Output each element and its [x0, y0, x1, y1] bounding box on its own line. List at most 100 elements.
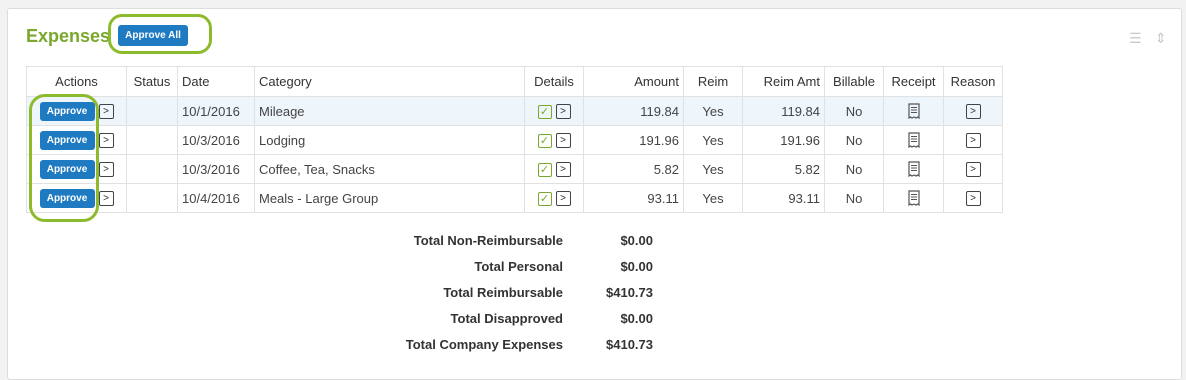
col-header-date: Date: [177, 66, 255, 97]
category-cell: Coffee, Tea, Snacks: [254, 154, 525, 184]
amount-cell: 119.84: [583, 96, 684, 126]
total-label: Total Personal: [474, 259, 563, 274]
amount-cell: 5.82: [583, 154, 684, 184]
col-header-actions: Actions: [26, 66, 127, 97]
col-header-amount: Amount: [583, 66, 684, 97]
reason-cell: >: [943, 183, 1003, 213]
reim-cell: Yes: [683, 96, 743, 126]
col-header-reason: Reason: [943, 66, 1003, 97]
approve-button[interactable]: Approve: [39, 188, 95, 208]
details-cell: ✓ >: [524, 125, 584, 155]
reason-expand-icon[interactable]: >: [965, 162, 981, 178]
total-label: Total Reimbursable: [443, 285, 563, 300]
total-label: Total Disapproved: [450, 311, 563, 326]
receipt-icon[interactable]: [907, 161, 920, 178]
checkmark-icon: ✓: [537, 191, 552, 206]
receipt-cell: [883, 154, 944, 184]
category-cell: Mileage: [254, 96, 525, 126]
total-value: $0.00: [620, 233, 653, 248]
reim-cell: Yes: [683, 154, 743, 184]
total-value: $0.00: [620, 311, 653, 326]
reim-cell: Yes: [683, 183, 743, 213]
receipt-icon[interactable]: [907, 103, 920, 120]
date-cell: 10/3/2016: [177, 125, 255, 155]
total-value: $410.73: [606, 337, 653, 352]
approve-all-button[interactable]: Approve All: [118, 25, 188, 46]
expand-row-icon[interactable]: >: [98, 132, 114, 148]
receipt-icon[interactable]: [907, 132, 920, 149]
approve-button[interactable]: Approve: [39, 130, 95, 150]
table-row[interactable]: Approve > 10/4/2016 Meals - Large Group ✓…: [26, 183, 1003, 213]
receipt-cell: [883, 96, 944, 126]
total-label: Total Company Expenses: [405, 337, 563, 352]
billable-cell: No: [824, 154, 884, 184]
billable-cell: No: [824, 96, 884, 126]
details-expand-icon[interactable]: >: [555, 133, 571, 149]
col-header-billable: Billable: [824, 66, 884, 97]
expand-row-icon[interactable]: >: [98, 190, 114, 206]
billable-cell: No: [824, 125, 884, 155]
total-non-reimbursable-row: Total Non-Reimbursable $0.00: [360, 228, 653, 254]
col-header-reim-amt: Reim Amt: [742, 66, 825, 97]
page-title: Expenses: [26, 26, 111, 46]
total-value: $410.73: [606, 285, 653, 300]
receipt-cell: [883, 125, 944, 155]
table-row[interactable]: Approve > 10/3/2016 Lodging ✓ > 191.96 Yes…: [26, 125, 1003, 155]
billable-cell: No: [824, 183, 884, 213]
actions-cell: Approve >: [26, 154, 127, 184]
actions-cell: Approve >: [26, 96, 127, 126]
reim-amt-cell: 93.11: [742, 183, 825, 213]
expenses-table: Actions Status Date Category Details Amo…: [26, 66, 1003, 213]
reim-amt-cell: 119.84: [742, 96, 825, 126]
col-header-details: Details: [524, 66, 584, 97]
totals-summary: Total Non-Reimbursable $0.00 Total Person…: [360, 228, 653, 358]
approve-button[interactable]: Approve: [39, 159, 95, 179]
category-cell: Lodging: [254, 125, 525, 155]
reason-cell: >: [943, 154, 1003, 184]
status-cell: [126, 125, 178, 155]
total-personal-row: Total Personal $0.00: [360, 254, 653, 280]
checkmark-icon: ✓: [537, 162, 552, 177]
details-cell: ✓ >: [524, 154, 584, 184]
reason-expand-icon[interactable]: >: [965, 133, 981, 149]
col-header-category: Category: [254, 66, 525, 97]
details-cell: ✓ >: [524, 96, 584, 126]
table-header-row: Actions Status Date Category Details Amo…: [26, 66, 1003, 97]
reim-amt-cell: 5.82: [742, 154, 825, 184]
reim-cell: Yes: [683, 125, 743, 155]
actions-cell: Approve >: [26, 183, 127, 213]
receipt-cell: [883, 183, 944, 213]
reim-amt-cell: 191.96: [742, 125, 825, 155]
receipt-icon[interactable]: [907, 190, 920, 207]
sort-icon[interactable]: ⇕: [1155, 30, 1167, 47]
total-reimbursable-row: Total Reimbursable $410.73: [360, 280, 653, 306]
status-cell: [126, 154, 178, 184]
details-expand-icon[interactable]: >: [555, 191, 571, 207]
total-value: $0.00: [620, 259, 653, 274]
approve-button[interactable]: Approve: [39, 101, 95, 121]
list-icon[interactable]: ☰: [1129, 30, 1142, 47]
total-company-expenses-row: Total Company Expenses $410.73: [360, 332, 653, 358]
table-row[interactable]: Approve > 10/3/2016 Coffee, Tea, Snacks ✓…: [26, 154, 1003, 184]
details-cell: ✓ >: [524, 183, 584, 213]
table-row[interactable]: Approve > 10/1/2016 Mileage ✓ > 119.84 Yes…: [26, 96, 1003, 126]
checkmark-icon: ✓: [537, 104, 552, 119]
expand-row-icon[interactable]: >: [98, 161, 114, 177]
details-expand-icon[interactable]: >: [555, 104, 571, 120]
status-cell: [126, 96, 178, 126]
reason-expand-icon[interactable]: >: [965, 191, 981, 207]
expand-row-icon[interactable]: >: [98, 103, 114, 119]
col-header-receipt: Receipt: [883, 66, 944, 97]
reason-expand-icon[interactable]: >: [965, 104, 981, 120]
date-cell: 10/3/2016: [177, 154, 255, 184]
date-cell: 10/4/2016: [177, 183, 255, 213]
col-header-status: Status: [126, 66, 178, 97]
details-expand-icon[interactable]: >: [555, 162, 571, 178]
col-header-reim: Reim: [683, 66, 743, 97]
date-cell: 10/1/2016: [177, 96, 255, 126]
total-disapproved-row: Total Disapproved $0.00: [360, 306, 653, 332]
amount-cell: 93.11: [583, 183, 684, 213]
actions-cell: Approve >: [26, 125, 127, 155]
category-cell: Meals - Large Group: [254, 183, 525, 213]
checkmark-icon: ✓: [537, 133, 552, 148]
